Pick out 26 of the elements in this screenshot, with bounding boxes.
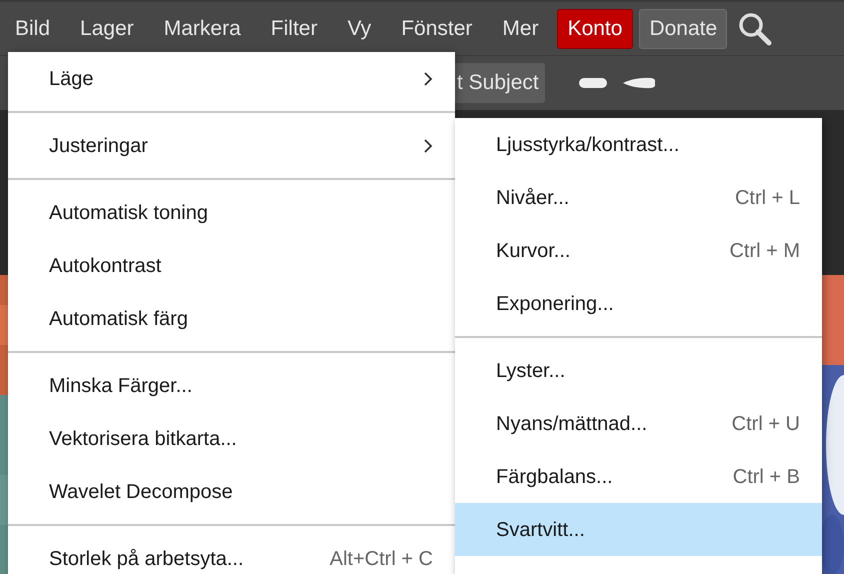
- menu-item[interactable]: Mer: [487, 18, 554, 39]
- menu-item[interactable]: Wavelet Decompose: [8, 465, 455, 518]
- menu-item[interactable]: Vy: [332, 18, 386, 39]
- menu-item[interactable]: Minska Färger...: [8, 359, 455, 412]
- account-button[interactable]: Konto: [556, 8, 634, 48]
- menu-item[interactable]: Vektorisera bitkarta...: [8, 412, 455, 465]
- search-icon[interactable]: [738, 12, 772, 46]
- menu-item[interactable]: Bild: [0, 18, 66, 39]
- menu-item[interactable]: Färgbalans... Ctrl + B: [455, 450, 822, 503]
- menu-item[interactable]: Svartvitt...: [455, 503, 822, 556]
- menu-item[interactable]: Automatisk färg: [8, 292, 455, 345]
- menu-item[interactable]: Storlek på arbetsyta... Alt+Ctrl + C: [8, 532, 455, 574]
- menu-item[interactable]: Markera: [148, 18, 256, 39]
- menu-item[interactable]: Exponering...: [455, 277, 822, 330]
- menu-item[interactable]: Nivåer... Ctrl + L: [455, 171, 822, 224]
- menu-item[interactable]: Justeringar: [8, 119, 455, 172]
- menu-item[interactable]: Kurvor... Ctrl + M: [455, 224, 822, 277]
- donate-button[interactable]: Donate: [639, 8, 728, 48]
- menu-item[interactable]: Automatisk toning: [8, 186, 455, 239]
- menu-item[interactable]: Lyster...: [455, 344, 822, 397]
- menu-item[interactable]: Ljusstyrka/kontrast...: [455, 118, 822, 171]
- menu-item[interactable]: Filter: [256, 18, 332, 39]
- menu-item[interactable]: Nyans/mättnad... Ctrl + U: [455, 397, 822, 450]
- menu-item[interactable]: Autokontrast: [8, 239, 455, 292]
- menu-item[interactable]: Fönster: [386, 18, 488, 39]
- menu-item[interactable]: Lager: [65, 18, 149, 39]
